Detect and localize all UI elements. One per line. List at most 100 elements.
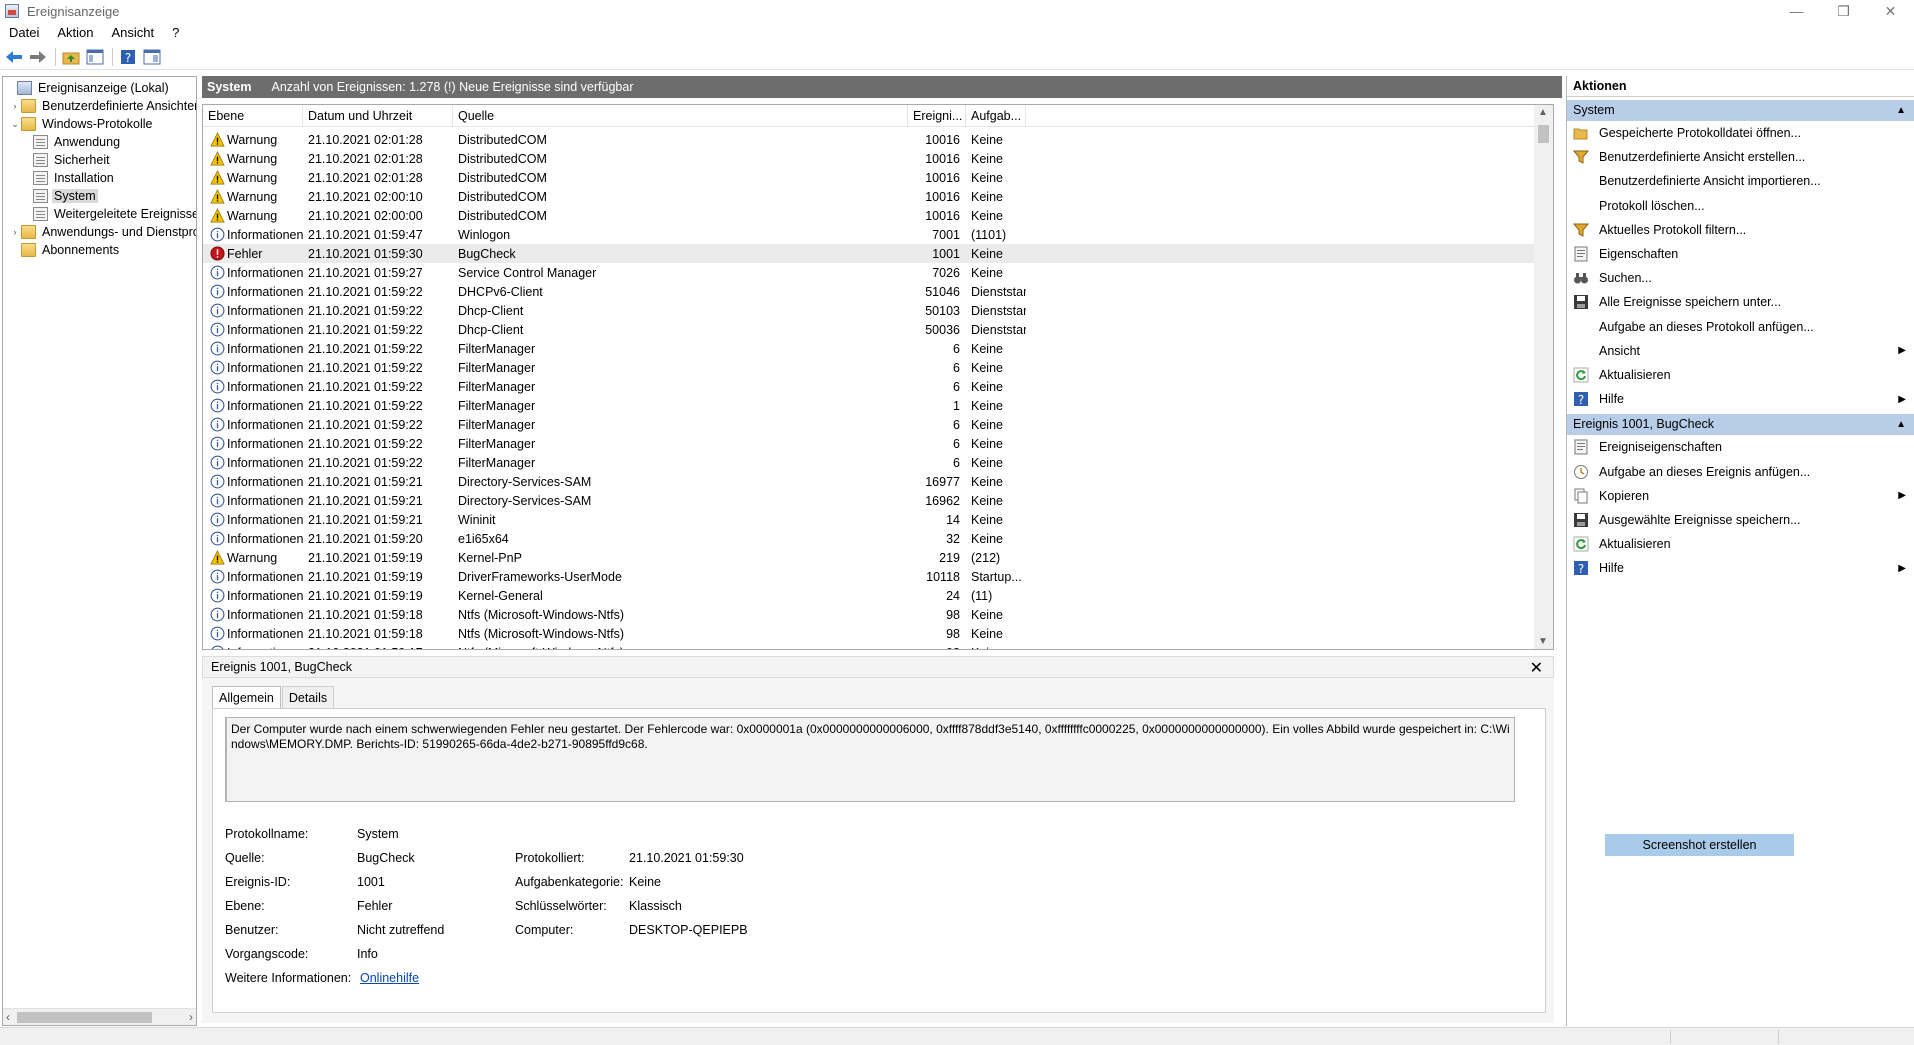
table-row[interactable]: Warnung 21.10.2021 01:59:19 Kernel-PnP 219 (… [203, 548, 1534, 567]
actions-section-system[interactable]: System ▲ [1567, 100, 1914, 121]
table-row[interactable]: Informationen 21.10.2021 01:59:18 Ntfs (Mi… [203, 624, 1534, 643]
event-id-cell: 16977 [925, 474, 960, 489]
help-button[interactable]: ? [117, 46, 139, 68]
table-row[interactable]: Informationen 21.10.2021 01:59:19 DriverFr… [203, 567, 1534, 586]
column-header-level[interactable]: Ebene [203, 105, 303, 127]
chevron-right-icon[interactable]: › [9, 101, 21, 111]
tree-item-custom-views[interactable]: › Benutzerdefinierte Ansichten [9, 97, 196, 115]
table-row[interactable]: Warnung 21.10.2021 02:01:28 DistributedCOM… [203, 149, 1534, 168]
collapse-icon[interactable]: ▲ [1896, 414, 1906, 435]
menu-help[interactable]: ? [163, 22, 188, 44]
action-ereigniseigenschaften[interactable]: Ereigniseigenschaften [1567, 435, 1914, 459]
table-row[interactable]: Warnung 21.10.2021 02:00:10 DistributedCOM… [203, 187, 1534, 206]
table-row[interactable]: Informationen 21.10.2021 01:59:22 FilterMa… [203, 415, 1534, 434]
action-gespeicherte-protokolldatei-öffnen[interactable]: Gespeicherte Protokolldatei öffnen... [1567, 121, 1914, 145]
table-row[interactable]: Informationen 21.10.2021 01:59:22 FilterMa… [203, 434, 1534, 453]
action-aufgabe-an-dieses-protokoll-anfügen[interactable]: Aufgabe an dieses Protokoll anfügen... [1567, 315, 1914, 339]
tree-item-root[interactable]: Ereignisanzeige (Lokal) [5, 79, 171, 97]
online-help-link[interactable]: Onlinehilfe [360, 971, 419, 985]
column-header-event-id[interactable]: Ereigni... [908, 105, 966, 127]
restore-button[interactable]: ❐ [1820, 0, 1867, 22]
column-header-task[interactable]: Aufgab... [966, 105, 1026, 127]
level-cell: Informationen [203, 645, 303, 649]
table-row[interactable]: Informationen 21.10.2021 01:59:22 FilterMa… [203, 453, 1534, 472]
action-hilfe[interactable]: ? Hilfe ▶ [1567, 387, 1914, 411]
table-row[interactable]: Informationen 21.10.2021 01:59:22 FilterMa… [203, 377, 1534, 396]
action-alle-ereignisse-speichern-unter[interactable]: Alle Ereignisse speichern unter... [1567, 290, 1914, 314]
action-suchen[interactable]: Suchen... [1567, 266, 1914, 290]
table-row[interactable]: Informationen 21.10.2021 01:59:22 DHCPv6-C… [203, 282, 1534, 301]
source-cell: Ntfs (Microsoft-Windows-Ntfs) [458, 607, 624, 622]
table-vertical-scrollbar[interactable]: ▲ ▼ [1534, 105, 1553, 649]
scroll-thumb[interactable] [1538, 125, 1549, 143]
close-icon[interactable]: ✕ [1530, 658, 1543, 678]
scroll-left-icon[interactable]: ‹ [6, 1010, 10, 1024]
screenshot-button[interactable]: Screenshot erstellen [1605, 834, 1794, 856]
tree-item-subscriptions[interactable]: Abonnements [9, 241, 121, 259]
close-window-button[interactable]: ✕ [1867, 0, 1914, 22]
action-hilfe[interactable]: ? Hilfe ▶ [1567, 556, 1914, 580]
table-row[interactable]: Informationen 21.10.2021 01:59:47 Winlogon… [203, 225, 1534, 244]
tree-item-application[interactable]: Anwendung [33, 133, 122, 151]
action-aktualisieren[interactable]: Aktualisieren [1567, 532, 1914, 556]
collapse-icon[interactable]: ▲ [1896, 100, 1906, 121]
show-hide-action-pane-button[interactable] [141, 46, 163, 68]
table-row[interactable]: Informationen 21.10.2021 01:59:21 Wininit 1… [203, 510, 1534, 529]
event-description[interactable]: Der Computer wurde nach einem schwerwieg… [225, 717, 1515, 802]
table-row[interactable]: Warnung 21.10.2021 02:01:28 DistributedCOM… [203, 168, 1534, 187]
filter-icon [1573, 222, 1589, 238]
menu-view[interactable]: Ansicht [103, 22, 164, 44]
scroll-up-icon[interactable]: ▲ [1538, 107, 1548, 118]
table-row[interactable]: Informationen 21.10.2021 01:59:21 Director… [203, 491, 1534, 510]
table-row[interactable]: Warnung 21.10.2021 02:01:28 DistributedCOM… [203, 130, 1534, 149]
table-row[interactable]: Informationen 21.10.2021 01:59:19 Kernel-G… [203, 586, 1534, 605]
action-kopieren[interactable]: Kopieren ▶ [1567, 484, 1914, 508]
actions-section-event[interactable]: Ereignis 1001, BugCheck ▲ [1567, 414, 1914, 436]
forward-button[interactable] [27, 46, 49, 68]
tree-item-security[interactable]: Sicherheit [33, 151, 112, 169]
scroll-right-icon[interactable]: › [189, 1010, 193, 1024]
table-row[interactable]: Informationen 21.10.2021 01:59:22 FilterMa… [203, 339, 1534, 358]
tree-item-windows-logs[interactable]: ⌄ Windows-Protokolle [9, 115, 154, 133]
tab-general[interactable]: Allgemein [212, 686, 281, 708]
scroll-thumb[interactable] [17, 1012, 152, 1023]
tree-item-apps-services-logs[interactable]: › Anwendungs- und Dienstprotokolle [9, 223, 196, 241]
table-row[interactable]: Informationen21.10.2021 01:59:17Ntfs (Mi… [203, 643, 1534, 649]
action-ansicht[interactable]: Ansicht ▶ [1567, 339, 1914, 363]
menu-file[interactable]: Datei [0, 22, 48, 44]
action-benutzerdefinierte-ansicht-importieren[interactable]: Benutzerdefinierte Ansicht importieren..… [1567, 169, 1914, 193]
tree-item-setup[interactable]: Installation [33, 169, 116, 187]
table-row[interactable]: Informationen 21.10.2021 01:59:22 Dhcp-Cli… [203, 301, 1534, 320]
action-eigenschaften[interactable]: Eigenschaften [1567, 242, 1914, 266]
back-button[interactable] [3, 46, 25, 68]
chevron-down-icon[interactable]: ⌄ [9, 119, 21, 130]
table-row[interactable]: Informationen 21.10.2021 01:59:20 e1i65x64… [203, 529, 1534, 548]
table-row[interactable]: Fehler 21.10.2021 01:59:30 BugCheck 1001 Kei… [203, 244, 1534, 263]
menu-action[interactable]: Aktion [48, 22, 102, 44]
table-row[interactable]: Warnung 21.10.2021 02:00:00 DistributedCOM… [203, 206, 1534, 225]
tree-item-system[interactable]: System [33, 187, 98, 205]
tree-item-forwarded-events[interactable]: Weitergeleitete Ereignisse [33, 205, 196, 223]
date-cell: 21.10.2021 01:59:19 [308, 569, 423, 584]
action-benutzerdefinierte-ansicht-erstellen[interactable]: Benutzerdefinierte Ansicht erstellen... [1567, 145, 1914, 169]
chevron-right-icon[interactable]: › [9, 227, 21, 237]
table-row[interactable]: Informationen 21.10.2021 01:59:27 Service … [203, 263, 1534, 282]
action-aktuelles-protokoll-filtern[interactable]: Aktuelles Protokoll filtern... [1567, 218, 1914, 242]
table-row[interactable]: Informationen 21.10.2021 01:59:21 Director… [203, 472, 1534, 491]
show-hide-tree-button[interactable] [84, 46, 106, 68]
table-row[interactable]: Informationen 21.10.2021 01:59:22 FilterMa… [203, 396, 1534, 415]
action-protokoll-löschen[interactable]: Protokoll löschen... [1567, 194, 1914, 218]
tab-details[interactable]: Details [281, 686, 335, 708]
action-ausgewählte-ereignisse-speichern[interactable]: Ausgewählte Ereignisse speichern... [1567, 508, 1914, 532]
action-aufgabe-an-dieses-ereignis-anfügen[interactable]: Aufgabe an dieses Ereignis anfügen... [1567, 459, 1914, 483]
scroll-down-icon[interactable]: ▼ [1538, 636, 1548, 647]
table-row[interactable]: Informationen 21.10.2021 01:59:22 Dhcp-Cli… [203, 320, 1534, 339]
table-row[interactable]: Informationen 21.10.2021 01:59:22 FilterMa… [203, 358, 1534, 377]
action-aktualisieren[interactable]: Aktualisieren [1567, 363, 1914, 387]
column-header-date[interactable]: Datum und Uhrzeit [303, 105, 453, 127]
up-folder-button[interactable] [60, 46, 82, 68]
table-row[interactable]: Informationen 21.10.2021 01:59:18 Ntfs (Mi… [203, 605, 1534, 624]
tree-horizontal-scrollbar[interactable]: ‹ › [3, 1008, 196, 1025]
minimize-button[interactable]: — [1773, 0, 1820, 22]
column-header-source[interactable]: Quelle [453, 105, 908, 127]
